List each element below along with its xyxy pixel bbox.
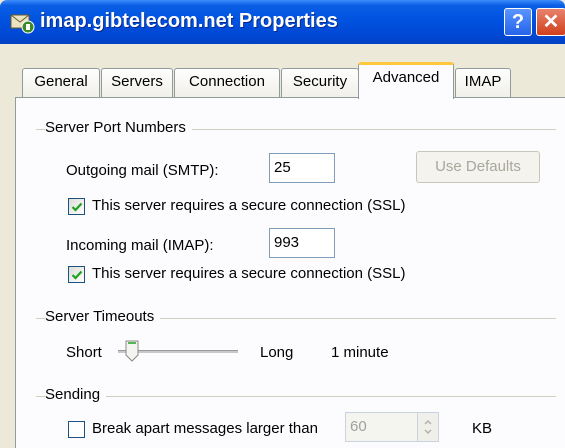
- timeout-slider-thumb[interactable]: [125, 340, 139, 366]
- tab-strip: General Servers Connection Security Adva…: [0, 60, 565, 99]
- server-timeouts-label: Server Timeouts: [45, 308, 161, 325]
- smtp-ssl-label[interactable]: This server requires a secure connection…: [92, 197, 405, 214]
- sending-label: Sending: [45, 386, 107, 403]
- size-unit-label: KB: [472, 420, 493, 437]
- server-port-numbers-label: Server Port Numbers: [45, 119, 192, 136]
- advanced-tab-panel: Server Port Numbers Outgoing mail (SMTP)…: [15, 97, 565, 448]
- timeout-long-label: Long: [260, 344, 294, 361]
- close-button[interactable]: ✕: [536, 8, 565, 36]
- mail-account-icon: [9, 9, 35, 35]
- imap-ssl-checkbox[interactable]: [68, 266, 85, 283]
- imap-ssl-label[interactable]: This server requires a secure connection…: [92, 265, 405, 282]
- tab-security[interactable]: Security: [281, 68, 359, 98]
- size-spinner[interactable]: [417, 412, 439, 442]
- smtp-port-input[interactable]: 25: [269, 153, 335, 183]
- use-defaults-button[interactable]: Use Defaults: [416, 151, 540, 183]
- tab-advanced[interactable]: Advanced: [358, 62, 454, 99]
- timeout-short-label: Short: [66, 344, 102, 361]
- check-icon: [71, 270, 83, 280]
- tab-connection[interactable]: Connection: [174, 68, 280, 98]
- tab-general[interactable]: General: [22, 68, 100, 98]
- smtp-port-label: Outgoing mail (SMTP):: [66, 162, 219, 179]
- tab-servers[interactable]: Servers: [101, 68, 173, 98]
- window-title: imap.gibtelecom.net Properties: [40, 10, 338, 32]
- break-apart-label[interactable]: Break apart messages larger than: [92, 420, 318, 437]
- help-button[interactable]: ?: [504, 8, 532, 36]
- smtp-ssl-checkbox[interactable]: [68, 198, 85, 215]
- check-icon: [71, 202, 83, 212]
- close-icon: ✕: [542, 11, 560, 33]
- timeout-value-label: 1 minute: [331, 344, 389, 361]
- spinner-arrows-icon: [424, 419, 432, 435]
- group-divider: [36, 396, 556, 397]
- imap-port-label: Incoming mail (IMAP):: [66, 237, 214, 254]
- title-bar[interactable]: imap.gibtelecom.net Properties ? ✕: [0, 0, 565, 44]
- imap-port-input[interactable]: 993: [269, 228, 335, 258]
- properties-dialog: imap.gibtelecom.net Properties ? ✕ Gener…: [0, 0, 565, 448]
- tab-imap[interactable]: IMAP: [455, 68, 511, 98]
- slider-thumb-icon: [125, 340, 139, 362]
- break-apart-checkbox[interactable]: [68, 421, 85, 438]
